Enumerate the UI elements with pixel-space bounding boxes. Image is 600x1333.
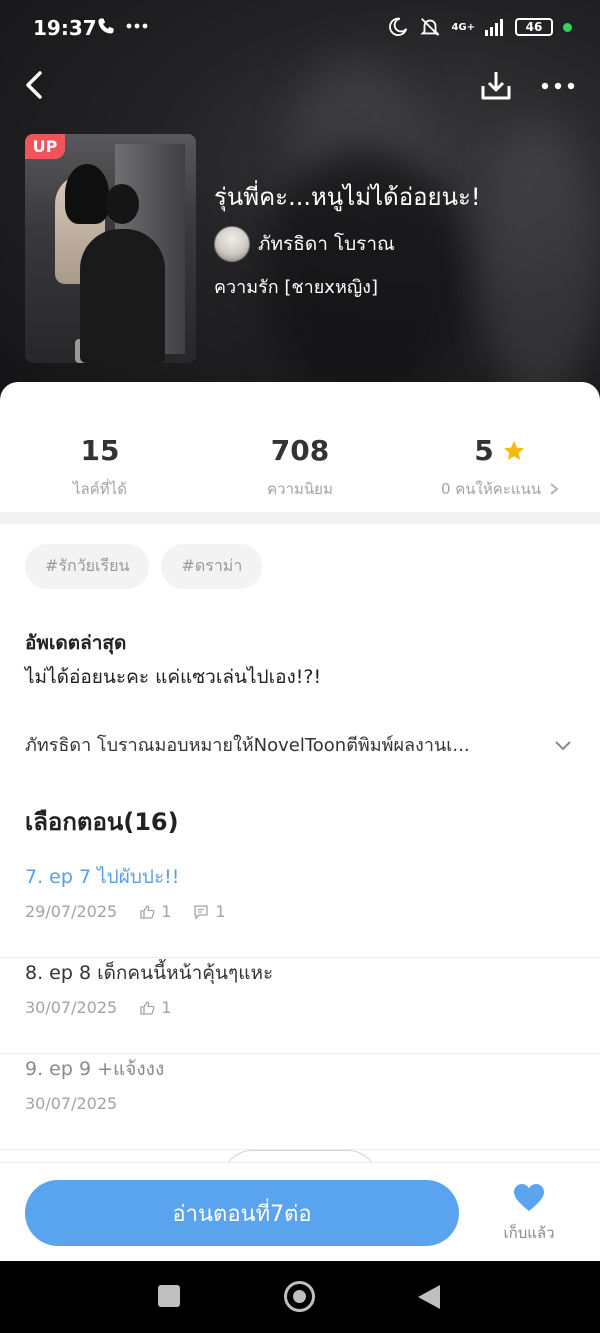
popularity-count: 708 xyxy=(270,434,330,467)
section-divider xyxy=(0,512,600,524)
rating-count-label: 0 คนให้คะแนน xyxy=(440,480,542,498)
system-back-icon[interactable] xyxy=(418,1285,440,1309)
stats-row: 15 ไลค์ที่ได้ 708 ความนิยม 5 0 คนให้คะแน… xyxy=(0,434,600,514)
latest-update-heading: อัพเดตล่าสุด xyxy=(25,632,127,654)
more-options-icon[interactable] xyxy=(540,72,576,100)
system-nav-bar xyxy=(0,1261,600,1333)
tag-list: #รักวัยเรียน #ดราม่า xyxy=(25,544,263,589)
status-time: 19:37 xyxy=(33,16,97,40)
chapter-item[interactable]: 7. ep 7 ไปผับปะ!! 29/07/2025 1 1 xyxy=(0,862,600,958)
status-bar: 19:37 4G+ 46 xyxy=(0,0,600,58)
chapter-item[interactable]: 9. ep 9 +แจ้งงง 30/07/2025 xyxy=(0,1054,600,1150)
chapter-item[interactable]: 8. ep 8 เด็กคนนี้หน้าคุ้นๆแหะ 30/07/2025… xyxy=(0,958,600,1054)
book-cover[interactable] xyxy=(25,134,196,363)
continue-reading-button[interactable]: อ่านตอนที่7ต่อ xyxy=(25,1180,459,1246)
star-icon xyxy=(503,440,524,460)
chapter-likes: 1 xyxy=(161,998,172,1017)
chapter-comments: 1 xyxy=(215,902,226,921)
description-row[interactable]: ภัทรธิดา โบราณมอบหมายให้NovelToonตีพิมพ์… xyxy=(25,730,575,759)
chapter-title: 9. ep 9 +แจ้งงง xyxy=(25,1058,165,1080)
chevron-down-icon[interactable] xyxy=(551,733,575,757)
chapter-title: 7. ep 7 ไปผับปะ!! xyxy=(25,866,180,888)
hero-header: 19:37 4G+ 46 UP รุ่นพี่คะ...หนูไม่ได้อ่อ… xyxy=(0,0,600,400)
tag-chip[interactable]: #ดราม่า xyxy=(161,544,263,589)
latest-update-text[interactable]: ไม่ได้อ่อยนะคะ แค่แซวเล่นไปเอง!?! xyxy=(25,662,321,692)
update-badge: UP xyxy=(25,134,65,159)
rating-stat[interactable]: 5 0 คนให้คะแนน xyxy=(400,434,600,501)
chapter-date: 30/07/2025 xyxy=(25,1094,118,1113)
moon-icon xyxy=(389,17,408,36)
popularity-label: ความนิยม xyxy=(267,480,333,498)
chapter-title: 8. ep 8 เด็กคนนี้หน้าคุ้นๆแหะ xyxy=(25,962,274,984)
tag-chip[interactable]: #รักวัยเรียน xyxy=(25,544,150,589)
favorite-button[interactable]: เก็บแล้ว xyxy=(496,1183,562,1245)
description-text: ภัทรธิดา โบราณมอบหมายให้NovelToonตีพิมพ์… xyxy=(25,735,470,756)
privacy-dot xyxy=(563,22,572,32)
phone-icon xyxy=(98,18,114,34)
details-sheet: 15 ไลค์ที่ได้ 708 ความนิยม 5 0 คนให้คะแน… xyxy=(0,382,600,1262)
chapter-date: 29/07/2025 xyxy=(25,902,118,921)
favorite-label: เก็บแล้ว xyxy=(503,1224,555,1242)
chapter-likes: 1 xyxy=(161,902,172,921)
thumbs-up-icon xyxy=(140,904,155,919)
network-label: 4G+ xyxy=(451,21,475,33)
more-dots-icon xyxy=(126,23,148,29)
bell-off-icon xyxy=(420,18,440,36)
chapters-heading: เลือกตอน(16) xyxy=(25,808,179,836)
thumbs-up-icon xyxy=(140,1000,155,1015)
chapter-date: 30/07/2025 xyxy=(25,998,118,1017)
likes-stat: 15 ไลค์ที่ได้ xyxy=(0,434,200,501)
book-title: รุ่นพี่คะ...หนูไม่ได้อ่อยนะ! xyxy=(214,183,481,211)
popularity-stat: 708 ความนิยม xyxy=(200,434,400,501)
chevron-right-icon xyxy=(550,483,559,495)
likes-count: 15 xyxy=(80,434,120,467)
likes-label: ไลค์ที่ได้ xyxy=(73,480,127,498)
download-icon[interactable] xyxy=(478,68,514,104)
signal-icon xyxy=(485,19,503,36)
recent-apps-icon[interactable] xyxy=(158,1285,180,1307)
author-name: ภัทรธิดา โบราณ xyxy=(258,233,395,255)
home-icon[interactable] xyxy=(284,1281,315,1312)
author-link[interactable]: ภัทรธิดา โบราณ xyxy=(214,226,395,262)
heart-icon xyxy=(514,1184,544,1211)
battery-icon: 46 xyxy=(515,18,553,36)
bottom-action-bar: อ่านตอนที่7ต่อ เก็บแล้ว xyxy=(0,1162,600,1261)
comment-icon xyxy=(194,904,209,920)
back-arrow-icon[interactable] xyxy=(20,68,50,102)
genre-label[interactable]: ความรัก [ชายxหญิง] xyxy=(214,272,378,301)
author-avatar xyxy=(214,226,250,262)
rating-value: 5 xyxy=(474,434,494,467)
